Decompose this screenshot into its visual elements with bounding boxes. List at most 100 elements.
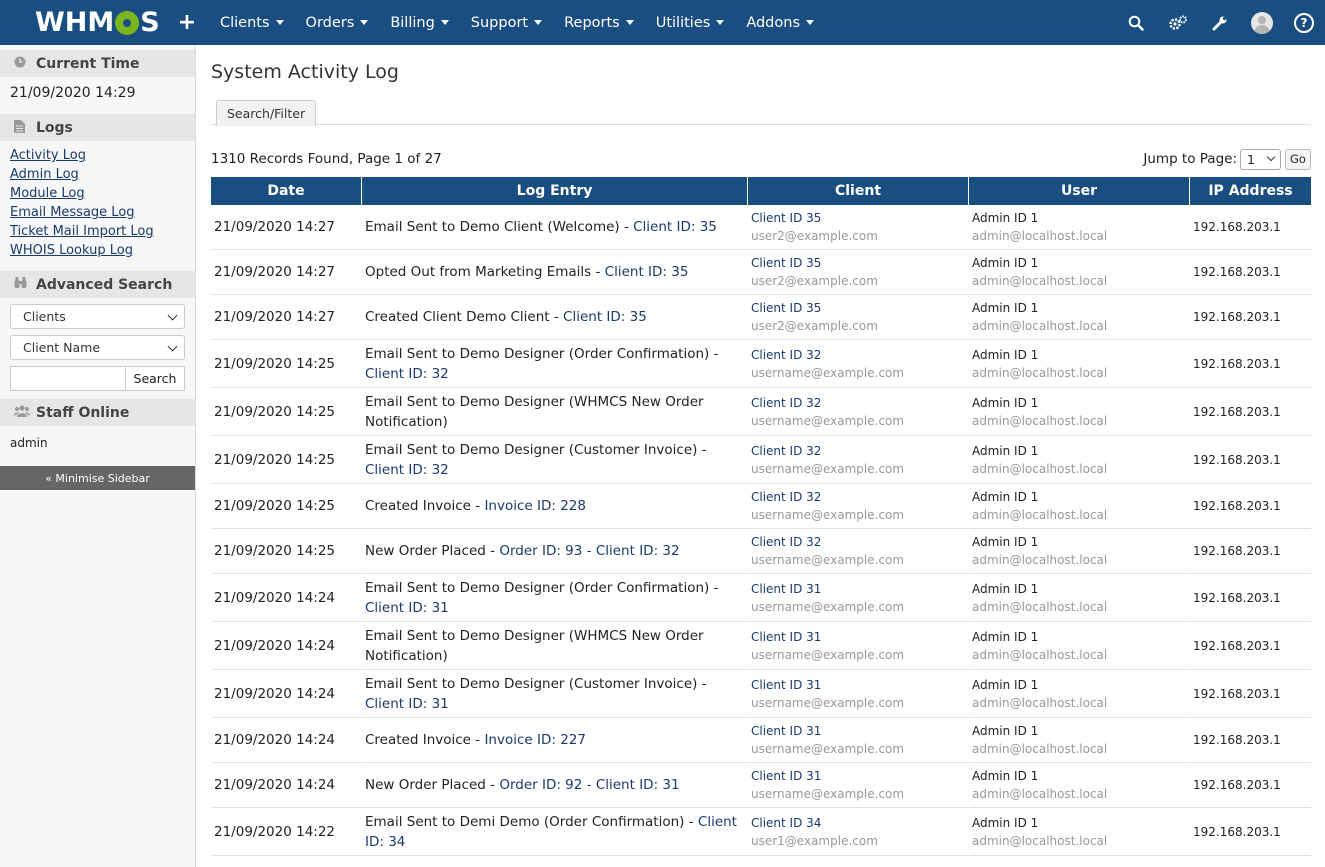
col-client[interactable]: Client [748,177,968,205]
client-id-link[interactable]: Client ID 34 [751,814,965,832]
row-log-entry: Email Sent to Demo Designer (Order Confi… [362,574,747,622]
row-ip-address: 192.168.203.1 [1190,340,1311,388]
logs-header: Logs [0,114,195,141]
client-id-link[interactable]: Client ID 35 [751,209,965,227]
client-email: username@example.com [751,787,905,801]
client-id-link[interactable]: Client ID 35 [751,254,965,272]
gear-icon[interactable] [1157,0,1199,45]
link-ticket-mail-import-log[interactable]: Ticket Mail Import Log [10,222,185,241]
menu-billing[interactable]: Billing [379,0,459,45]
logs-title: Logs [36,119,73,136]
client-id-link[interactable]: Client ID 32 [751,488,965,506]
user-id: Admin ID 1 [972,443,1039,458]
link-admin-log[interactable]: Admin Log [10,165,185,184]
user-id: Admin ID 1 [972,629,1039,644]
row-client: Client ID 32 username@example.com [748,340,968,388]
log-entry-link[interactable]: Client ID: 31 [365,696,449,712]
menu-support[interactable]: Support [460,0,553,45]
go-button[interactable]: Go [1285,148,1311,170]
link-email-message-log[interactable]: Email Message Log [10,203,185,222]
client-id-link[interactable]: Client ID 32 [751,346,965,364]
client-id-link[interactable]: Client ID 31 [751,580,965,598]
user-email: admin@localhost.local [972,647,1108,662]
client-email: user2@example.com [751,274,878,288]
col-ip-address[interactable]: IP Address [1190,177,1311,205]
client-id-link[interactable]: Client ID 35 [751,299,965,317]
client-id-link[interactable]: Client ID 31 [751,722,965,740]
log-entry-link[interactable]: Client ID: 31 [365,600,449,616]
wrench-icon[interactable] [1199,0,1241,45]
question-icon: ? [1294,12,1314,33]
users-icon [14,405,30,420]
client-email: username@example.com [751,461,905,476]
row-date: 21/09/2020 14:24 [211,718,361,763]
menu-orders[interactable]: Orders [295,0,380,45]
help-icon[interactable]: ? [1283,0,1325,45]
minimise-sidebar-button[interactable]: « Minimise Sidebar [0,466,195,490]
search-type-select[interactable]: Clients [10,304,185,329]
row-date: 21/09/2020 14:27 [211,205,361,250]
table-row: 21/09/2020 14:24 Created Invoice - Invoic… [211,718,1311,763]
menu-utilities[interactable]: Utilities [645,0,736,45]
log-entry-link[interactable]: Client ID: 35 [633,219,717,235]
log-entry-link[interactable]: Client ID: 32 [365,462,449,478]
search-button[interactable]: Search [126,366,185,391]
client-id-link[interactable]: Client ID 32 [751,394,965,412]
link-activity-log[interactable]: Activity Log [10,146,185,165]
log-entry-link[interactable]: Invoice ID: 228 [484,498,586,514]
user-email: admin@localhost.local [972,742,1108,756]
jump-to-page: Jump to Page: 1 Go [1143,148,1311,170]
row-log-entry: Email Sent to Demo Designer (WHMCS New O… [362,622,747,670]
col-log-entry[interactable]: Log Entry [362,177,747,205]
row-user: Admin ID 1 admin@localhost.local [969,718,1189,763]
binoculars-icon [14,277,28,292]
row-date: 21/09/2020 14:25 [211,436,361,484]
whmcs-logo[interactable]: WHM S [0,0,160,45]
search-field-select[interactable]: Client Name [10,335,185,360]
user-email: admin@localhost.local [972,833,1108,848]
search-icon[interactable] [1115,0,1157,45]
page-title: System Activity Log [211,61,399,83]
row-user: Admin ID 1 admin@localhost.local [969,205,1189,250]
table-row: 21/09/2020 14:27 Opted Out from Marketing… [211,250,1311,295]
log-entry-text: New Order Placed - [365,777,500,793]
menu-addons[interactable]: Addons [735,0,825,45]
row-client: Client ID 35 user2@example.com [748,295,968,340]
row-ip-address: 192.168.203.1 [1190,295,1311,340]
menu-label: Orders [305,14,355,31]
log-entry-link[interactable]: Client ID: 35 [605,264,689,280]
link-whois-lookup-log[interactable]: WHOIS Lookup Log [10,241,185,260]
col-user[interactable]: User [969,177,1189,205]
log-entry-link[interactable]: Client ID: 32 [365,366,449,382]
log-entry-link[interactable]: Invoice ID: 227 [484,732,586,748]
user-id: Admin ID 1 [972,347,1039,362]
log-entry-link[interactable]: Order ID: 93 - Client ID: 32 [499,543,679,559]
log-entry-link[interactable]: Client ID: 35 [563,309,647,325]
menu-label: Billing [390,14,435,31]
caret-down-icon [360,20,369,25]
client-id-link[interactable]: Client ID 31 [751,628,965,646]
search-input[interactable] [10,366,126,391]
page-select[interactable]: 1 [1240,148,1281,170]
menu-reports[interactable]: Reports [553,0,645,45]
row-log-entry: Email Sent to Demo Designer (WHMCS New O… [362,388,747,436]
user-id: Admin ID 1 [972,301,1039,315]
col-date[interactable]: Date [211,177,361,205]
client-id-link[interactable]: Client ID 32 [751,533,965,551]
avatar-icon[interactable] [1241,0,1283,45]
row-date: 21/09/2020 14:25 [211,340,361,388]
client-id-link[interactable]: Client ID 31 [751,676,965,694]
link-module-log[interactable]: Module Log [10,184,185,203]
avatar [1251,11,1273,34]
tab-search-filter[interactable]: Search/Filter [216,100,317,126]
user-id: Admin ID 1 [972,677,1039,692]
client-id-link[interactable]: Client ID 31 [751,767,965,785]
menu-clients[interactable]: Clients [209,0,295,45]
client-id-link[interactable]: Client ID 32 [751,442,965,460]
quick-add-button[interactable]: + [165,10,209,35]
table-row: 21/09/2020 14:25 Email Sent to Demo Desig… [211,436,1311,484]
menu-label: Support [470,14,529,31]
row-user: Admin ID 1 admin@localhost.local [969,763,1189,808]
log-entry-link[interactable]: Order ID: 92 - Client ID: 31 [499,777,679,793]
log-entry-text: Email Sent to Demo Designer (Customer In… [365,441,707,458]
